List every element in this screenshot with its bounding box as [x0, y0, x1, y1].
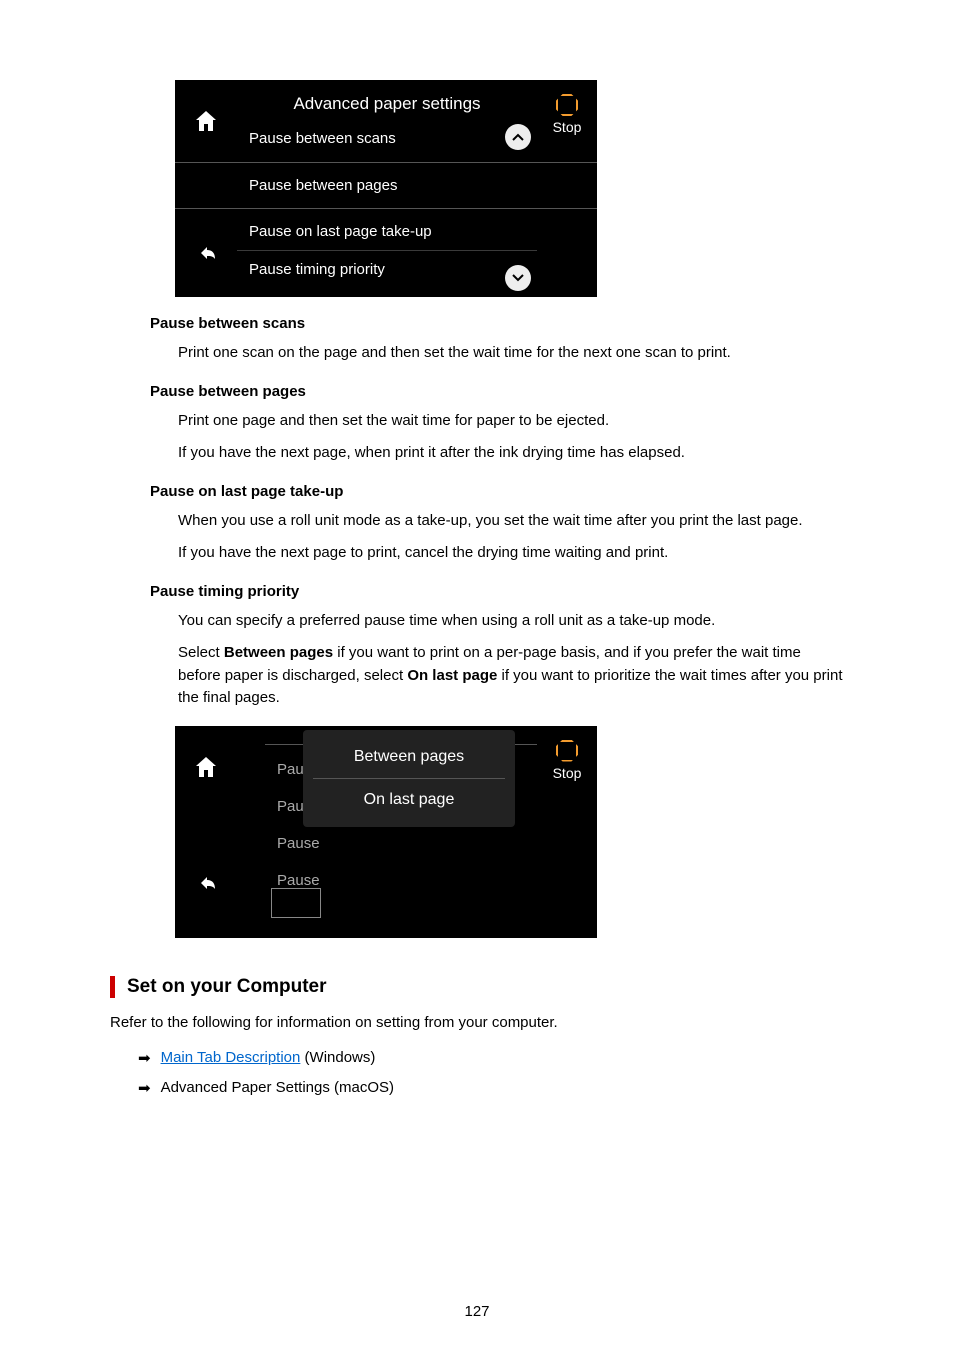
stop-icon: [556, 740, 578, 762]
term-pause-last-page: Pause on last page take-up: [150, 483, 844, 500]
menu-item-pause-between-scans[interactable]: Pause between scans: [237, 120, 537, 157]
stop-label: Stop: [553, 765, 582, 781]
arrow-bullet-icon: ➡: [138, 1049, 151, 1067]
scroll-up-button[interactable]: [505, 124, 531, 150]
bg-item: Pause: [265, 825, 537, 862]
printer-lcd-panel-popup: Stop Pause Pause Pause Pause Between pag…: [175, 726, 597, 938]
option-on-last-page[interactable]: On last page: [303, 779, 515, 821]
desc-pause-last-page-1: When you use a roll unit mode as a take-…: [178, 510, 844, 533]
link-suffix: (Windows): [300, 1049, 375, 1066]
stop-icon: [556, 94, 578, 116]
term-pause-between-scans: Pause between scans: [150, 315, 844, 332]
menu-item-pause-between-pages[interactable]: Pause between pages: [237, 167, 537, 204]
desc-pause-between-scans: Print one scan on the page and then set …: [178, 342, 844, 365]
term-pause-timing-priority: Pause timing priority: [150, 583, 844, 600]
item-advanced-paper-settings-mac: Advanced Paper Settings (macOS): [161, 1079, 394, 1096]
list-item: ➡ Advanced Paper Settings (macOS): [138, 1079, 844, 1097]
menu-item-pause-last-page[interactable]: Pause on last page take-up: [237, 213, 537, 250]
list-item: ➡ Main Tab Description (Windows): [138, 1049, 844, 1067]
section-title: Set on your Computer: [127, 976, 327, 998]
scroll-down-button[interactable]: [505, 265, 531, 291]
desc-pause-timing-priority-1: You can specify a preferred pause time w…: [178, 610, 844, 633]
home-icon: [175, 726, 237, 808]
desc-pause-between-pages-1: Print one page and then set the wait tim…: [178, 410, 844, 433]
term-pause-between-pages: Pause between pages: [150, 383, 844, 400]
section-intro: Refer to the following for information o…: [110, 1014, 844, 1031]
back-icon: [175, 209, 237, 297]
option-between-pages[interactable]: Between pages: [303, 736, 515, 778]
printer-lcd-panel-advanced: Advanced paper settings Pause between sc…: [175, 80, 597, 297]
arrow-bullet-icon: ➡: [138, 1079, 151, 1097]
popup-menu: Between pages On last page: [303, 730, 515, 827]
stop-label: Stop: [553, 119, 582, 135]
desc-pause-last-page-2: If you have the next page to print, canc…: [178, 542, 844, 565]
desc-pause-timing-priority-2: Select Between pages if you want to prin…: [178, 642, 844, 710]
panel-title: Advanced paper settings: [237, 84, 537, 120]
back-icon: [175, 828, 237, 938]
section-marker: [110, 976, 115, 998]
desc-pause-between-pages-2: If you have the next page, when print it…: [178, 442, 844, 465]
selected-item-highlight: [271, 888, 321, 918]
link-main-tab-description[interactable]: Main Tab Description: [161, 1049, 301, 1066]
home-icon: [175, 80, 237, 162]
page-number: 127: [0, 1303, 954, 1320]
menu-item-pause-timing-priority[interactable]: Pause timing priority: [237, 250, 537, 288]
